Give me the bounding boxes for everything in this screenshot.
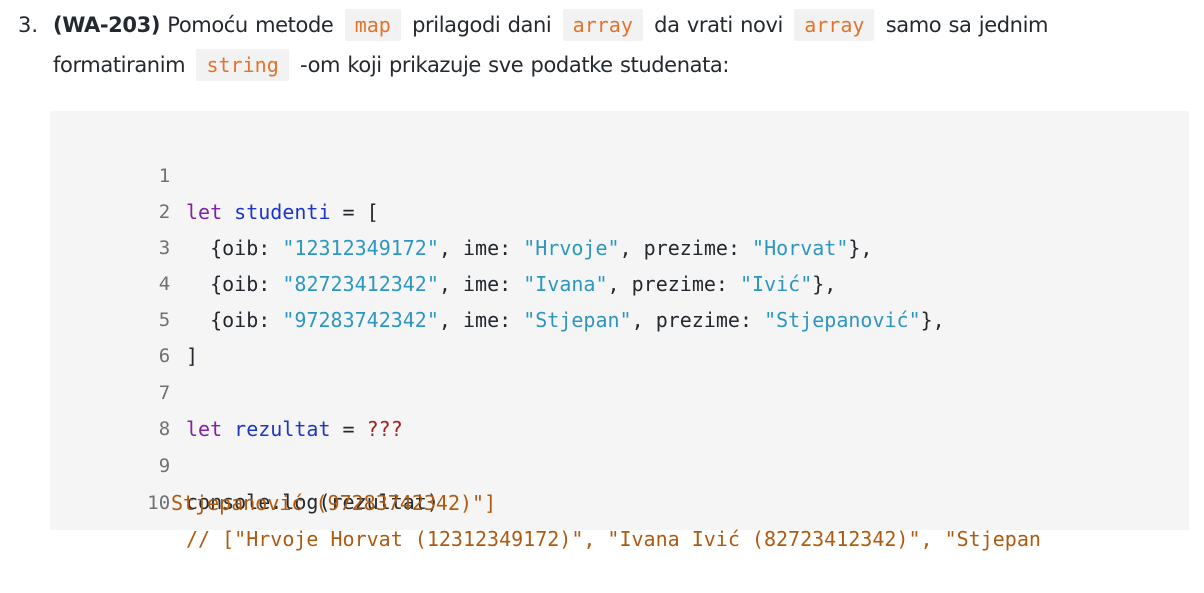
line-number: 5 [158, 309, 171, 331]
code-line: 6 [50, 302, 170, 367]
code-line: 5 ] [50, 266, 198, 368]
task-text-5: -om koji prikazuje sve podatke studenata… [292, 53, 730, 77]
line-number: 3 [158, 237, 171, 259]
code-line: 8 [50, 375, 170, 440]
task-description: (WA-203) Pomoću metode map prilagodi dan… [53, 5, 1173, 85]
code-line: 1 let studenti = [ [50, 122, 379, 224]
string-literal: "Hrvoje" [523, 236, 620, 260]
variable-name: rezultat [234, 417, 331, 441]
string-literal: "Stjepan" [523, 308, 632, 332]
variable-name: studenti [234, 200, 331, 224]
string-literal: "97283742342" [282, 308, 439, 332]
code-text: ] [186, 344, 199, 368]
code-line: 7 let rezultat = ??? [50, 339, 403, 441]
keyword-let: let [186, 200, 223, 224]
string-literal: "Ivana" [523, 272, 608, 296]
code-text: let studenti = [ [186, 200, 379, 224]
code-text: {oib: "97283742342", ime: "Stjepan", pre… [210, 308, 945, 332]
code-line: 10 // ["Hrvoje Horvat (12312349172)", "I… [50, 449, 1041, 551]
line-number: 9 [158, 455, 171, 477]
task-text-3: da vrati novi [646, 13, 791, 37]
task-text-1: Pomoću metode [160, 13, 341, 37]
task-text-2: prilagodi dani [404, 13, 559, 37]
line-number: 6 [158, 345, 171, 367]
inline-code-map: map [344, 9, 401, 41]
placeholder-expression: ??? [366, 417, 403, 441]
line-number: 7 [158, 382, 171, 404]
inline-code-array: array [562, 9, 643, 41]
line-number: 1 [158, 165, 171, 187]
inline-code-string: string [196, 49, 289, 81]
string-literal: "12312349172" [282, 236, 439, 260]
code-comment-wrapped: Stjepanović (97283742342)"] [171, 491, 497, 515]
keyword-let: let [186, 417, 223, 441]
line-number: 10 [147, 492, 171, 514]
line-number: 2 [158, 201, 171, 223]
task-number: 3. [18, 13, 39, 37]
inline-code-array: array [794, 9, 875, 41]
code-text: {oib: "12312349172", ime: "Hrvoje", prez… [210, 236, 873, 260]
string-literal: "Ivić" [740, 272, 813, 296]
code-block: 1 let studenti = [ 2 {oib: "12312349172"… [50, 111, 1189, 551]
code-line: 9 console.log(rezultat) [50, 412, 439, 514]
code-comment: // ["Hrvoje Horvat (12312349172)", "Ivan… [186, 527, 1041, 551]
line-number: 4 [158, 273, 171, 295]
code-text: {oib: "82723412342", ime: "Ivana", prezi… [210, 272, 837, 296]
string-literal: "Horvat" [752, 236, 849, 260]
task-id: (WA-203) [53, 13, 161, 37]
code-line: 4 {oib: "97283742342", ime: "Stjepan", p… [50, 230, 945, 332]
string-literal: "Stjepanović" [764, 308, 921, 332]
line-number: 8 [158, 418, 171, 440]
code-line: 3 {oib: "82723412342", ime: "Ivana", pre… [50, 194, 837, 296]
code-line: 2 {oib: "12312349172", ime: "Hrvoje", pr… [50, 158, 873, 260]
code-text: let rezultat = ??? [186, 417, 403, 441]
string-literal: "82723412342" [282, 272, 439, 296]
